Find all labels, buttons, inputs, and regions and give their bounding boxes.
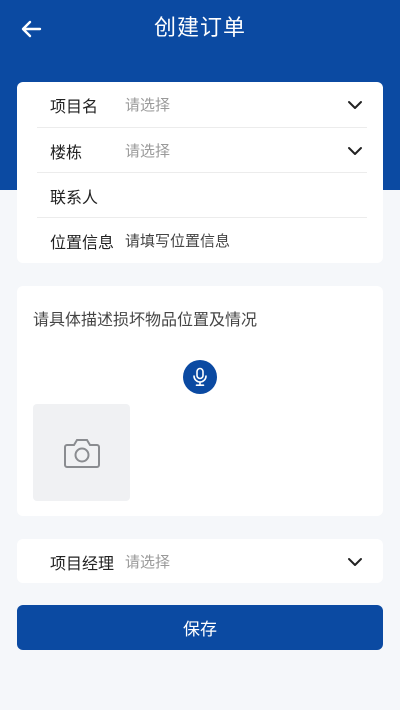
- chevron-down-icon[interactable]: [343, 550, 367, 574]
- project-manager-value: 请选择: [125, 553, 171, 571]
- voice-input-button[interactable]: [183, 360, 217, 394]
- chevron-down-icon[interactable]: [343, 139, 367, 163]
- top-bar: 创建订单: [0, 0, 400, 56]
- save-button[interactable]: 保存: [17, 605, 383, 650]
- contact-row[interactable]: 联系人: [37, 173, 367, 218]
- contact-label: 联系人: [50, 187, 99, 207]
- location-row[interactable]: 位置信息 请填写位置信息: [37, 218, 367, 263]
- project-manager-label: 项目经理: [50, 553, 115, 573]
- building-row[interactable]: 楼栋 请选择: [37, 128, 367, 173]
- manager-card: 项目经理 请选择: [17, 539, 383, 583]
- location-label: 位置信息: [50, 232, 115, 252]
- microphone-icon: [193, 367, 207, 386]
- camera-icon: [63, 438, 100, 468]
- project-manager-row[interactable]: 项目经理 请选择: [37, 539, 367, 584]
- chevron-down-icon[interactable]: [343, 93, 367, 117]
- project-name-value: 请选择: [125, 96, 171, 114]
- project-name-row[interactable]: 项目名 请选择: [37, 82, 367, 127]
- project-name-label: 项目名: [50, 96, 99, 116]
- order-info-card: 项目名 请选择 楼栋 请选择 联系人 位置信息 请填写位置信息: [17, 82, 383, 263]
- page-title: 创建订单: [153, 16, 246, 41]
- description-card: 请具体描述损坏物品位置及情况: [17, 286, 383, 516]
- description-input[interactable]: 请具体描述损坏物品位置及情况: [33, 306, 367, 330]
- add-photo-button[interactable]: [33, 404, 130, 501]
- building-value: 请选择: [125, 142, 171, 160]
- location-input[interactable]: 请填写位置信息: [125, 230, 367, 251]
- building-label: 楼栋: [50, 142, 83, 162]
